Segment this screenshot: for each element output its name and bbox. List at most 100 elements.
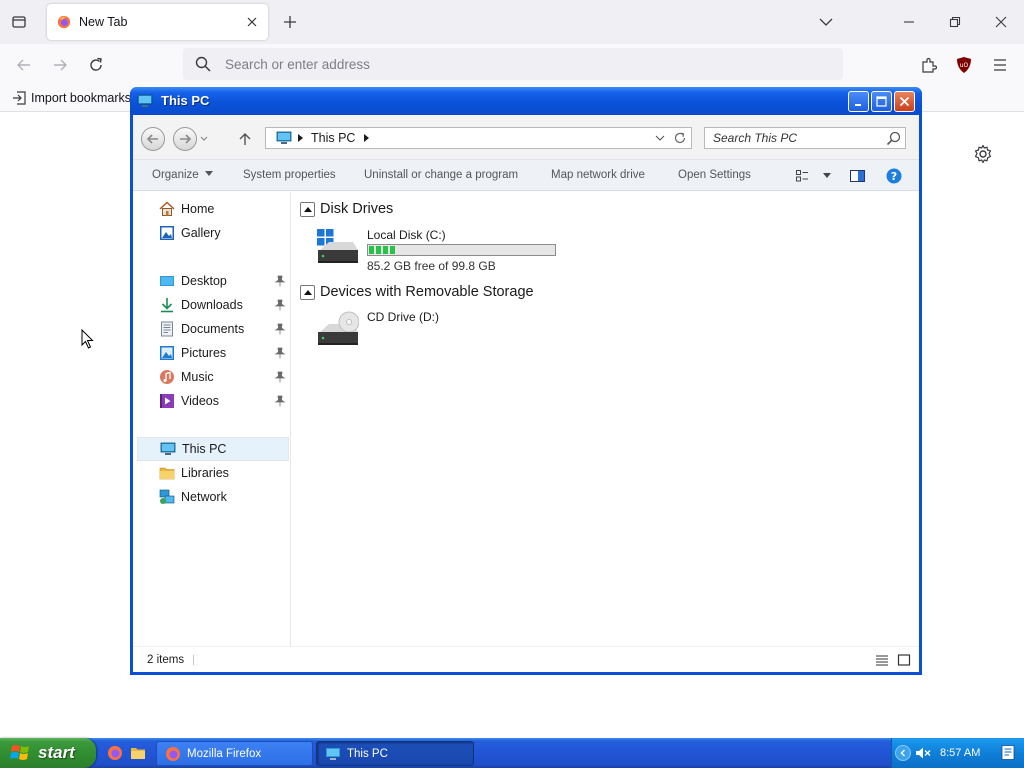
explorer-close-button[interactable] (894, 91, 915, 112)
system-properties-button[interactable]: System properties (243, 169, 336, 181)
tab-close-button[interactable] (242, 12, 262, 32)
back-button[interactable] (12, 53, 36, 77)
nav-item-this-pc[interactable]: This PC (137, 437, 289, 461)
refresh-icon[interactable] (673, 131, 687, 145)
explorer-command-bar: Organize System properties Uninstall or … (133, 159, 919, 191)
uninstall-program-button[interactable]: Uninstall or change a program (364, 169, 518, 181)
pin-icon[interactable] (275, 275, 285, 287)
pin-icon[interactable] (275, 395, 285, 407)
extensions-button[interactable] (917, 53, 941, 77)
search-icon[interactable] (886, 131, 901, 146)
plus-icon (284, 16, 296, 28)
collapse-group-button[interactable] (300, 284, 315, 300)
change-view-button[interactable] (795, 168, 811, 184)
explorer-search-box[interactable] (704, 127, 906, 149)
open-settings-button[interactable]: Open Settings (678, 169, 751, 181)
tabs-dropdown-button[interactable] (815, 12, 837, 32)
import-bookmarks-button[interactable]: Import bookmarks (12, 91, 131, 105)
explorer-up-button[interactable] (236, 130, 254, 148)
group-removable-storage[interactable]: Devices with Removable Storage (300, 284, 534, 300)
nav-item-libraries[interactable]: Libraries (137, 461, 289, 485)
firefox-quicklaunch-icon[interactable] (107, 745, 123, 761)
nav-item-gallery[interactable]: Gallery (137, 221, 289, 245)
notification-icon[interactable] (1000, 744, 1016, 761)
explorer-body: This PC Organize System properties Un (133, 115, 919, 672)
close-window-button[interactable] (987, 8, 1015, 36)
nav-item-pictures[interactable]: Pictures (137, 341, 289, 365)
app-menu-button[interactable] (988, 53, 1012, 77)
start-button[interactable]: start (0, 738, 96, 768)
nav-item-home[interactable]: Home (137, 197, 289, 221)
nav-item-music[interactable]: Music (137, 365, 289, 389)
map-network-drive-button[interactable]: Map network drive (551, 169, 645, 181)
drive-usage-fill (369, 246, 396, 254)
ublock-button[interactable]: uO (952, 53, 976, 77)
list-all-tabs-button[interactable] (8, 11, 30, 33)
windows-logo-icon (10, 745, 29, 760)
this-pc-icon (326, 747, 340, 760)
pin-icon[interactable] (275, 347, 285, 359)
caret-down-icon (823, 173, 831, 178)
explorer-back-button[interactable] (141, 127, 165, 151)
help-button[interactable]: ? (886, 168, 902, 184)
nav-item-documents[interactable]: Documents (137, 317, 289, 341)
breadcrumb-separator-icon[interactable] (364, 134, 370, 142)
explorer-maximize-button[interactable] (871, 91, 892, 112)
status-separator (193, 655, 194, 665)
pin-icon[interactable] (275, 299, 285, 311)
nav-item-label: Videos (181, 394, 219, 408)
close-icon (247, 17, 257, 27)
gear-icon[interactable] (973, 144, 993, 164)
drive-local-disk-c[interactable]: Local Disk (C:) 85.2 GB free of 99.8 GB (317, 228, 577, 274)
organize-menu[interactable]: Organize (152, 169, 213, 181)
mouse-pointer-icon (81, 329, 94, 349)
nav-item-label: Gallery (181, 226, 221, 240)
url-bar[interactable] (183, 48, 843, 80)
tab-new-tab[interactable]: New Tab (47, 4, 268, 40)
minimize-button[interactable] (895, 8, 923, 36)
taskbar-item-label: Mozilla Firefox (187, 747, 262, 760)
reload-button[interactable] (84, 53, 108, 77)
folder-quicklaunch-icon[interactable] (130, 745, 146, 761)
minimize-icon (854, 103, 861, 106)
url-input[interactable] (225, 56, 785, 72)
arrow-up-icon (239, 133, 251, 145)
videos-icon (160, 394, 174, 408)
nav-item-label: Home (181, 202, 215, 216)
explorer-address-bar[interactable]: This PC (265, 127, 692, 149)
restore-button[interactable] (941, 8, 969, 36)
taskbar-item-firefox[interactable]: Mozilla Firefox (156, 741, 313, 766)
large-icons-view-icon[interactable] (897, 653, 911, 667)
nav-item-downloads[interactable]: Downloads (137, 293, 289, 317)
nav-item-desktop[interactable]: Desktop (137, 269, 289, 293)
collapse-group-button[interactable] (300, 201, 315, 217)
explorer-minimize-button[interactable] (848, 91, 869, 112)
explorer-forward-button[interactable] (173, 127, 197, 151)
breadcrumb-this-pc[interactable]: This PC (311, 131, 355, 145)
breadcrumb-separator-icon[interactable] (298, 134, 303, 142)
volume-muted-icon[interactable] (915, 746, 931, 760)
pin-icon[interactable] (275, 371, 285, 383)
drive-cd-drive-d[interactable]: CD Drive (D:) (317, 310, 517, 354)
chevron-down-icon[interactable] (199, 134, 209, 144)
maximize-icon (876, 96, 887, 107)
explorer-search-input[interactable] (713, 131, 878, 145)
desktop-icon (160, 276, 174, 286)
taskbar-clock[interactable]: 8:57 AM (940, 747, 980, 759)
group-title: Disk Drives (320, 201, 394, 217)
preview-pane-button[interactable] (849, 168, 865, 184)
explorer-titlebar[interactable]: This PC (130, 87, 922, 115)
network-icon (159, 489, 175, 504)
view-options-dropdown[interactable] (819, 168, 835, 184)
show-hidden-icons-button[interactable] (895, 745, 911, 761)
forward-button[interactable] (48, 53, 72, 77)
group-disk-drives[interactable]: Disk Drives (300, 201, 393, 217)
chevron-down-icon[interactable] (655, 133, 665, 143)
nav-item-network[interactable]: Network (137, 485, 289, 509)
hard-drive-icon (317, 229, 358, 263)
taskbar-item-this-pc[interactable]: This PC (316, 741, 474, 766)
new-tab-button[interactable] (279, 11, 301, 33)
pin-icon[interactable] (275, 323, 285, 335)
details-view-icon[interactable] (875, 653, 889, 667)
nav-item-videos[interactable]: Videos (137, 389, 289, 413)
